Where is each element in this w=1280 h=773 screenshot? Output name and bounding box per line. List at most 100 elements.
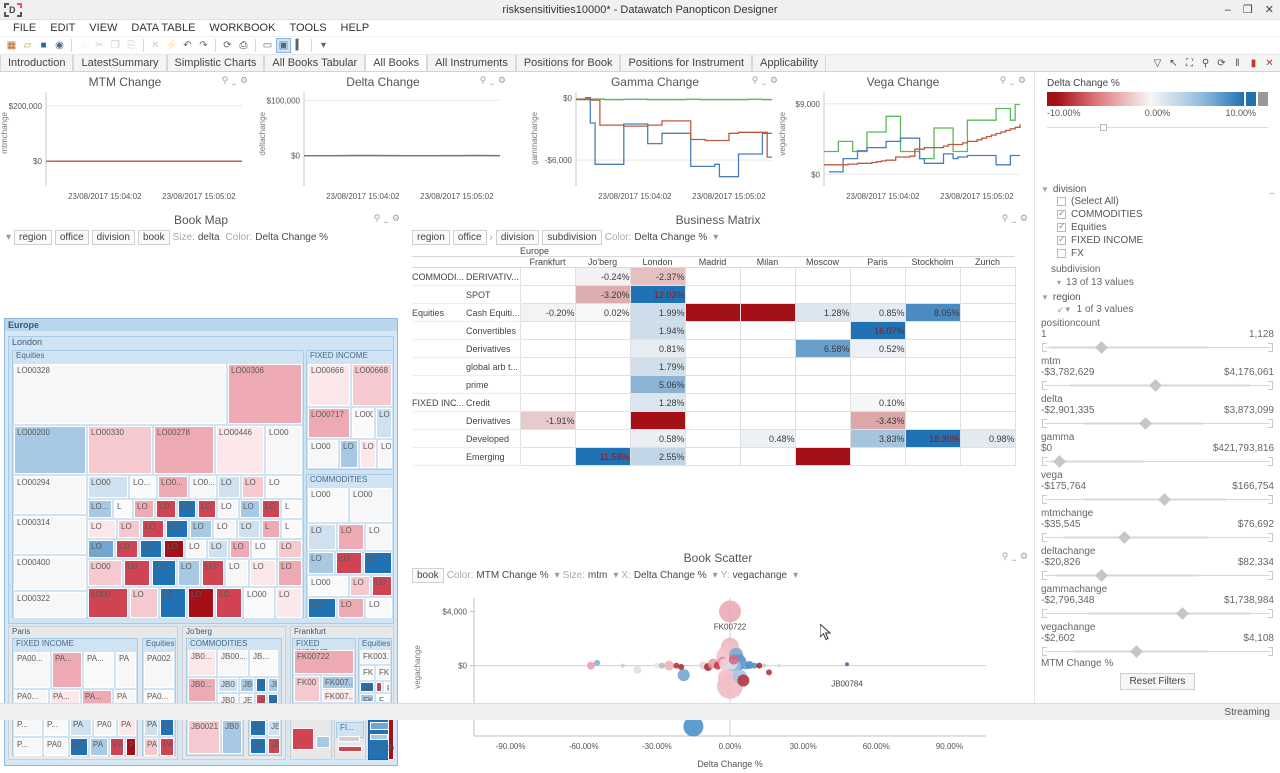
- matrix-cell[interactable]: [684, 375, 741, 394]
- matrix-division-label[interactable]: [412, 411, 466, 430]
- filter-subdivision-summary-row[interactable]: ▾ 13 of 13 values: [1041, 276, 1280, 289]
- chevron-down-icon[interactable]: ▾: [1057, 278, 1061, 287]
- matrix-cell[interactable]: [574, 411, 631, 430]
- checkbox[interactable]: [1057, 234, 1066, 245]
- copy-data-icon[interactable]: ◌: [76, 38, 91, 53]
- matrix-cell[interactable]: [574, 429, 631, 448]
- filter-division-item[interactable]: FIXED INCOME: [1041, 234, 1280, 247]
- matrix-cell[interactable]: [794, 321, 851, 340]
- filter-range-track[interactable]: [1041, 493, 1274, 506]
- matrix-cell[interactable]: [739, 267, 796, 286]
- matrix-subdivision-label[interactable]: DERIVATIV...: [466, 267, 521, 286]
- matrix-subdivision-label[interactable]: Developed: [466, 429, 521, 448]
- filter-range-handle-low[interactable]: [1042, 343, 1047, 352]
- filter-range-track[interactable]: [1041, 569, 1274, 582]
- matrix-subdivision-label[interactable]: Credit: [466, 393, 521, 412]
- matrix-cell[interactable]: [684, 285, 741, 304]
- matrix-cell[interactable]: 0.52%: [849, 339, 906, 358]
- matrix-cell[interactable]: [904, 411, 961, 430]
- treemap-book-node[interactable]: PA0: [44, 738, 68, 756]
- search-icon[interactable]: ⚲: [1000, 75, 1007, 86]
- size-value[interactable]: delta: [198, 232, 220, 243]
- menu-item-help[interactable]: HELP: [334, 21, 377, 35]
- tab-positions-for-instrument[interactable]: Positions for Instrument: [620, 55, 753, 71]
- treemap-book-node[interactable]: P...: [14, 718, 42, 736]
- matrix-cell[interactable]: 1.99%: [629, 303, 686, 322]
- treemap-book-node[interactable]: LO00446: [216, 426, 264, 474]
- checkbox[interactable]: [1057, 249, 1066, 258]
- popout-icon[interactable]: ⎵: [384, 213, 388, 224]
- crumb-office[interactable]: office: [452, 230, 487, 245]
- matrix-division-label[interactable]: [412, 339, 466, 358]
- filter-division-item[interactable]: Equities: [1041, 221, 1280, 234]
- filter-range-track[interactable]: [1041, 607, 1274, 620]
- checkbox[interactable]: [1057, 221, 1066, 232]
- filter-range-track[interactable]: [1041, 379, 1274, 392]
- treemap-book-node[interactable]: FK: [360, 694, 374, 702]
- treemap-book-node[interactable]: LO: [164, 540, 184, 558]
- filter-range-track[interactable]: [1041, 531, 1274, 544]
- matrix-cell[interactable]: [849, 447, 906, 466]
- treemap-book-node[interactable]: PA: [116, 652, 136, 688]
- tab-applicability[interactable]: Applicability: [752, 55, 827, 71]
- filter-range-handle-low[interactable]: [1042, 495, 1047, 504]
- treemap-book-node[interactable]: LO: [116, 540, 138, 558]
- popout-icon[interactable]: ⎵: [1012, 213, 1016, 224]
- matrix-cell[interactable]: -20.94%: [794, 447, 851, 466]
- treemap-book-node[interactable]: PA: [70, 718, 92, 736]
- matrix-cell[interactable]: [684, 321, 741, 340]
- treemap-book-node[interactable]: [370, 722, 390, 730]
- refresh-icon[interactable]: ⟳: [220, 38, 235, 53]
- matrix-column-header[interactable]: Jo'berg: [575, 256, 631, 268]
- treemap-book-node[interactable]: LO00: [308, 440, 338, 468]
- matrix-cell[interactable]: 1.28%: [794, 303, 851, 322]
- menu-item-edit[interactable]: EDIT: [43, 21, 82, 35]
- matrix-cell[interactable]: -1.91%: [519, 411, 576, 430]
- matrix-cell[interactable]: 3.83%: [849, 429, 906, 448]
- filter-range-handle-high[interactable]: [1268, 609, 1273, 618]
- filter-range-handle-high[interactable]: [1268, 571, 1273, 580]
- tab-all-instruments[interactable]: All Instruments: [427, 55, 516, 71]
- matrix-cell[interactable]: 0.58%: [629, 429, 686, 448]
- display-icon[interactable]: ▣: [276, 38, 291, 53]
- treemap-book-node[interactable]: LC: [216, 588, 242, 618]
- treemap-book-node[interactable]: LO: [338, 524, 364, 550]
- matrix-cell[interactable]: 1.28%: [629, 393, 686, 412]
- funnel-icon[interactable]: ▽: [1152, 58, 1163, 69]
- treemap-book-node[interactable]: LO00330: [88, 426, 152, 474]
- treemap-book-node[interactable]: PA...: [84, 652, 114, 688]
- matrix-cell[interactable]: [739, 411, 796, 430]
- matrix-cell[interactable]: -0.24%: [574, 267, 631, 286]
- treemap-book-node[interactable]: LO: [276, 588, 302, 618]
- maximize-button[interactable]: ❐: [1243, 4, 1253, 16]
- matrix-column-header[interactable]: Moscow: [795, 256, 851, 268]
- matrix-cell[interactable]: [574, 339, 631, 358]
- matrix-cell[interactable]: [739, 447, 796, 466]
- matrix-cell[interactable]: [739, 339, 796, 358]
- treemap-book-node[interactable]: [338, 746, 362, 752]
- paste-icon[interactable]: ⎘: [124, 38, 139, 53]
- filter-division-item[interactable]: COMMODITIES: [1041, 208, 1280, 221]
- matrix-division-label[interactable]: [412, 375, 466, 394]
- legend-slider[interactable]: [1047, 123, 1268, 133]
- treemap-book-node[interactable]: FK0: [376, 666, 390, 680]
- treemap-book-node[interactable]: JB0...: [188, 678, 216, 702]
- filter-range-handle-low[interactable]: [1042, 457, 1047, 466]
- matrix-cell[interactable]: [794, 375, 851, 394]
- tab-simplistic-charts[interactable]: Simplistic Charts: [166, 55, 265, 71]
- matrix-subdivision-label[interactable]: Derivatives: [466, 411, 521, 430]
- treemap-book-node[interactable]: LO: [190, 520, 212, 538]
- gear-icon[interactable]: ⚙: [1020, 551, 1028, 562]
- matrix-subdivision-label[interactable]: Derivatives: [466, 339, 521, 358]
- treemap-book-node[interactable]: JB0: [222, 720, 242, 754]
- matrix-cell[interactable]: [904, 267, 961, 286]
- treemap-book-node[interactable]: LO: [130, 588, 158, 618]
- treemap-book-node[interactable]: LO: [124, 560, 150, 586]
- matrix-cell[interactable]: -2.37%: [629, 267, 686, 286]
- treemap-book-node[interactable]: LO: [338, 598, 364, 618]
- treemap-book-node[interactable]: LO: [88, 520, 116, 538]
- matrix-cell[interactable]: [794, 285, 851, 304]
- treemap-book-node[interactable]: JE: [268, 720, 280, 736]
- treemap-book-node[interactable]: LO: [340, 440, 358, 468]
- matrix-cell[interactable]: [519, 321, 576, 340]
